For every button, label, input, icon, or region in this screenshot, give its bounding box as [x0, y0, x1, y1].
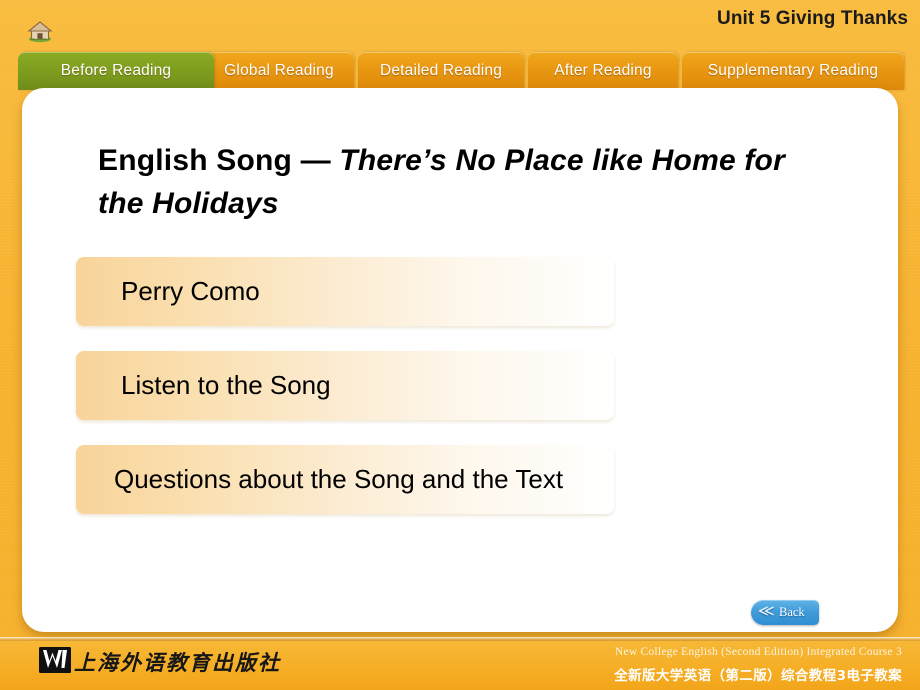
- reading-stage-tabs: Before Reading Global Reading Detailed R…: [0, 52, 920, 92]
- double-chevron-left-icon: ≪: [758, 603, 775, 620]
- publisher-logo-icon: [38, 646, 72, 676]
- menu-item-label: Questions about the Song and the Text: [114, 464, 564, 494]
- menu-item-listen-to-the-song[interactable]: Listen to the Song: [76, 351, 614, 420]
- tab-before-reading[interactable]: Before Reading: [18, 52, 214, 90]
- tab-detailed-reading[interactable]: Detailed Reading: [358, 52, 524, 90]
- slide-content-panel: English Song — There’s No Place like Hom…: [22, 88, 898, 632]
- menu-item-label: Perry Como: [121, 276, 260, 306]
- tab-global-reading[interactable]: Global Reading: [204, 52, 354, 90]
- tab-supplementary-reading[interactable]: Supplementary Reading: [682, 52, 904, 90]
- back-button-label: Back: [779, 605, 805, 619]
- menu-item-perry-como[interactable]: Perry Como: [76, 257, 614, 326]
- course-title-chinese: 全新版大学英语（第二版）综合教程3电子教案: [614, 668, 902, 684]
- home-icon[interactable]: [26, 19, 54, 43]
- course-title-english: New College English (Second Edition) Int…: [614, 646, 902, 658]
- menu-item-label: Listen to the Song: [121, 370, 331, 400]
- tab-after-reading[interactable]: After Reading: [528, 52, 678, 90]
- presentation-slide: Unit 5 Giving Thanks Before Reading Glob…: [0, 0, 920, 690]
- slide-footer: 上海外语教育出版社 New College English (Second Ed…: [0, 641, 920, 690]
- slide-title: English Song — There’s No Place like Hom…: [98, 140, 798, 225]
- unit-title: Unit 5 Giving Thanks: [717, 8, 908, 29]
- publisher-name: 上海外语教育出版社: [74, 651, 281, 675]
- back-button[interactable]: ≪ Back: [751, 600, 819, 625]
- slide-title-prefix: English Song —: [98, 144, 340, 177]
- slide-header: Unit 5 Giving Thanks: [0, 0, 920, 52]
- menu-item-questions-about-the-song-and-the-text[interactable]: Questions about the Song and the Text: [76, 445, 614, 514]
